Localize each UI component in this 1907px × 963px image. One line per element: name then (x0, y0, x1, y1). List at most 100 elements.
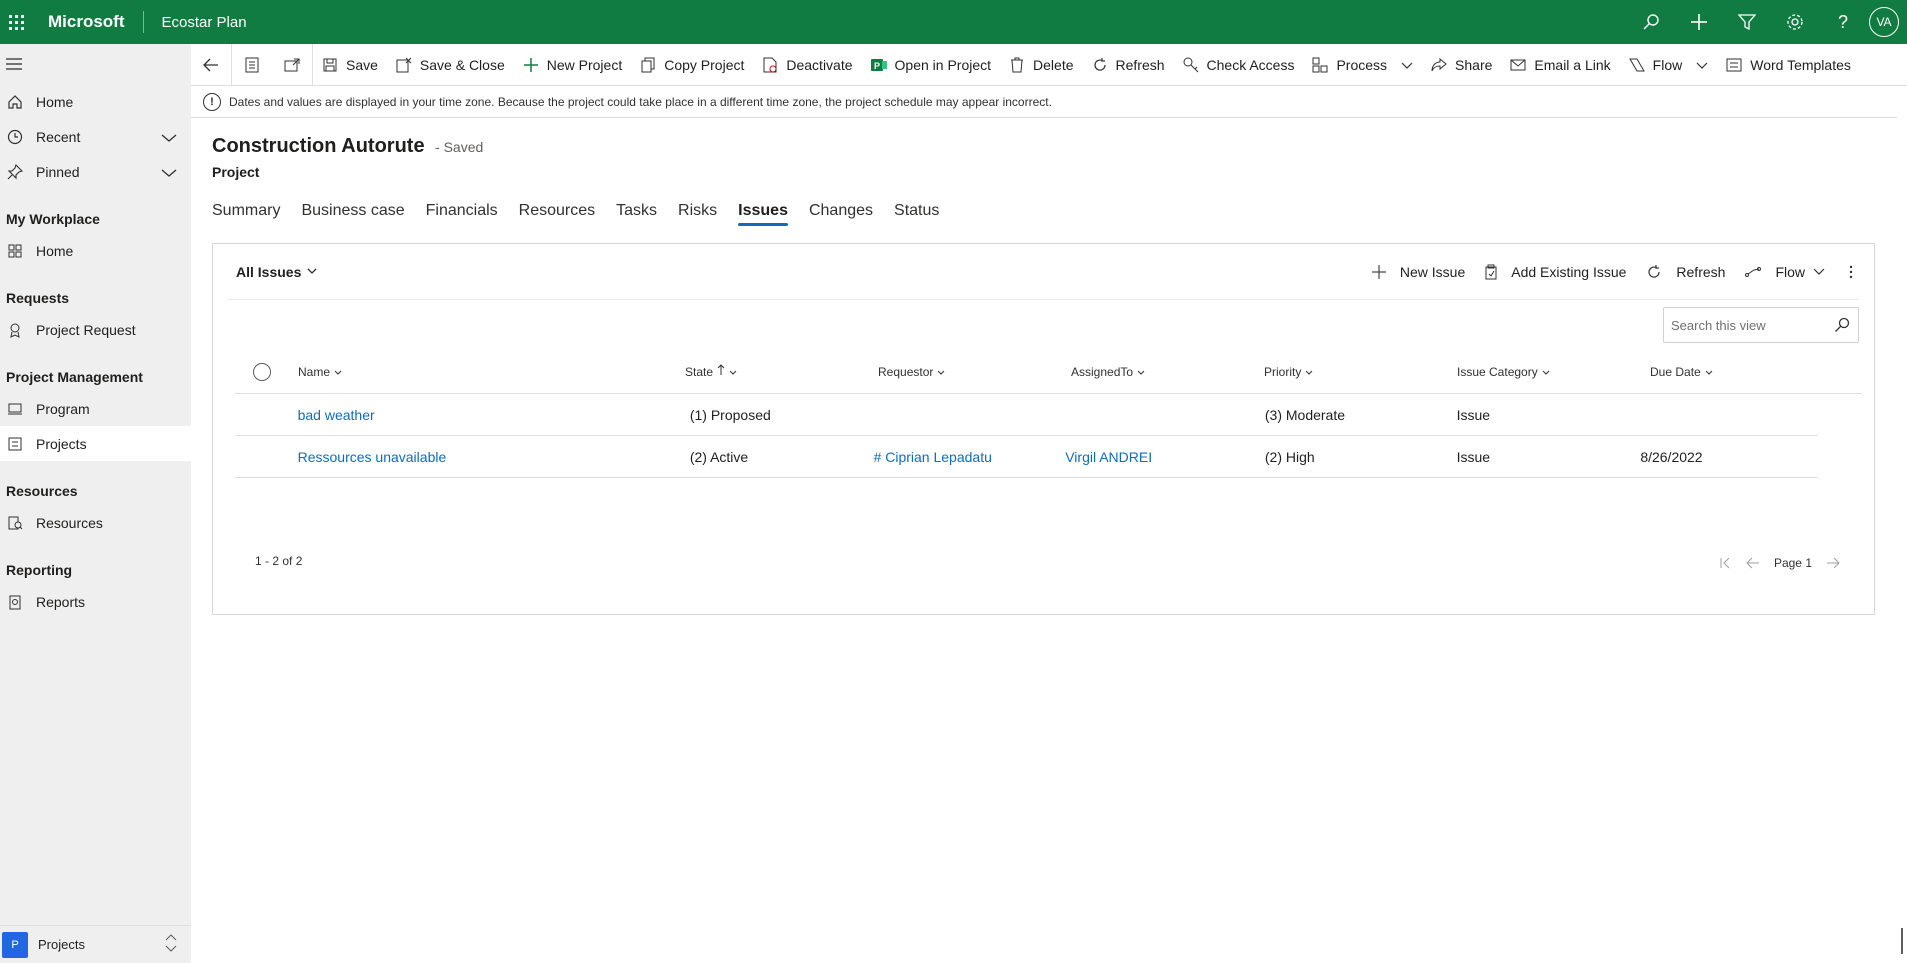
column-header-due-date[interactable]: Due Date (1640, 365, 1829, 379)
plus-icon[interactable] (1675, 0, 1723, 44)
save-close-button[interactable]: Save & Close (387, 44, 514, 86)
search-view-input[interactable]: Search this view (1663, 307, 1859, 343)
more-options-icon[interactable] (1835, 265, 1859, 279)
chevron-down-icon (1137, 365, 1145, 379)
chevron-down-icon[interactable] (161, 165, 177, 181)
process-label: Process (1336, 56, 1388, 73)
tab-status[interactable]: Status (894, 196, 939, 228)
mail-icon (1510, 57, 1526, 73)
area-switcher[interactable]: P Projects (0, 925, 191, 963)
refresh-button[interactable]: Refresh (1083, 44, 1174, 86)
issues-grid: Name State Requestor AssignedTo Priority… (235, 350, 1862, 478)
issue-name-link[interactable]: bad weather (298, 407, 375, 423)
email-link-button[interactable]: Email a Link (1501, 44, 1619, 86)
tab-summary[interactable]: Summary (212, 196, 280, 228)
column-header-issue-category[interactable]: Issue Category (1447, 365, 1640, 379)
app-name[interactable]: Ecostar Plan (162, 14, 247, 31)
sidebar-item-label: Reports (36, 593, 86, 610)
top-bar: Microsoft Ecostar Plan ? VA (0, 0, 1907, 44)
scrollbar-thumb[interactable] (1901, 928, 1903, 954)
sidebar-item-project-request[interactable]: Project Request (0, 312, 191, 347)
issue-name-link[interactable]: Ressources unavailable (298, 449, 447, 465)
sidebar-item-reports[interactable]: Reports (0, 584, 191, 619)
first-page-icon[interactable] (1720, 557, 1732, 569)
word-templates-button[interactable]: Word Templates (1717, 44, 1860, 86)
deactivate-button[interactable]: Deactivate (753, 44, 861, 86)
column-header-requestor[interactable]: Requestor (868, 365, 1061, 379)
sidebar-item-home[interactable]: Home (0, 84, 191, 119)
avatar[interactable]: VA (1869, 7, 1899, 37)
column-header-state[interactable]: State (675, 364, 868, 379)
sidebar-item-resources[interactable]: Resources (0, 505, 191, 540)
help-icon[interactable]: ? (1819, 0, 1867, 44)
sidebar: Home Recent Pinned My Workplace Home Req… (0, 44, 191, 963)
issues-subgrid: All Issues New Issue Add Existing Issue … (212, 243, 1875, 615)
sidebar-item-program[interactable]: Program (0, 391, 191, 426)
requestor-link[interactable]: # Ciprian Lepadatu (874, 449, 992, 465)
tab-business-case[interactable]: Business case (301, 196, 404, 228)
process-button[interactable]: Process (1303, 44, 1422, 86)
sort-ascending-icon (717, 364, 725, 379)
share-button[interactable]: Share (1422, 44, 1501, 86)
tab-tasks[interactable]: Tasks (616, 196, 657, 228)
hamburger-icon[interactable] (0, 44, 191, 84)
nav-group-title: My Workplace (6, 211, 100, 227)
subgrid-refresh-button[interactable]: Refresh (1636, 264, 1735, 280)
save-label: Save (346, 56, 378, 73)
table-row[interactable]: Ressources unavailable (2) Active # Cipr… (235, 436, 1818, 478)
form-view-icon[interactable] (232, 44, 272, 86)
open-in-project-button[interactable]: P Open in Project (862, 44, 1001, 86)
save-status: - Saved (435, 139, 484, 155)
table-row[interactable]: bad weather (1) Proposed (3) Moderate Is… (235, 394, 1818, 436)
tab-resources[interactable]: Resources (519, 196, 595, 228)
open-new-window-icon[interactable] (272, 44, 312, 86)
sidebar-item-pinned[interactable]: Pinned (0, 154, 191, 189)
cell-state: (1) Proposed (689, 406, 771, 423)
back-button[interactable] (191, 44, 231, 86)
share-label: Share (1455, 56, 1493, 73)
sidebar-item-label: Program (36, 400, 90, 417)
brand-name[interactable]: Microsoft (48, 12, 125, 32)
search-icon[interactable] (1834, 317, 1850, 336)
command-bar: Save Save & Close New Project Copy Proje… (191, 43, 1907, 86)
tab-financials[interactable]: Financials (426, 196, 498, 228)
assignedto-link[interactable]: Virgil ANDREI (1065, 449, 1152, 465)
previous-page-icon[interactable] (1746, 557, 1760, 569)
deactivate-label: Deactivate (786, 56, 853, 73)
tab-issues[interactable]: Issues (738, 196, 788, 228)
gear-icon[interactable] (1771, 0, 1819, 44)
delete-button[interactable]: Delete (1000, 44, 1082, 86)
sidebar-item-projects[interactable]: Projects (0, 426, 191, 461)
sidebar-item-label: Project Request (36, 321, 136, 338)
save-close-icon (396, 57, 412, 73)
plus-icon (523, 57, 539, 73)
sidebar-item-workplace-home[interactable]: Home (0, 233, 191, 268)
new-issue-button[interactable]: New Issue (1362, 264, 1475, 280)
tab-list: Summary Business case Financials Resourc… (212, 196, 960, 228)
filter-icon[interactable] (1723, 0, 1771, 44)
subgrid-flow-button[interactable]: Flow (1735, 264, 1835, 280)
flow-button[interactable]: Flow (1620, 44, 1718, 86)
add-existing-issue-button[interactable]: Add Existing Issue (1475, 264, 1636, 280)
view-name: All Issues (236, 263, 302, 280)
chevron-down-icon[interactable] (161, 130, 177, 146)
app-launcher-icon[interactable] (0, 6, 32, 38)
search-icon[interactable] (1627, 0, 1675, 44)
sidebar-item-label: Pinned (36, 163, 80, 180)
next-page-icon[interactable] (1826, 557, 1840, 569)
tab-changes[interactable]: Changes (809, 196, 873, 228)
sidebar-item-recent[interactable]: Recent (0, 119, 191, 154)
column-header-assignedto[interactable]: AssignedTo (1061, 365, 1254, 379)
tab-risks[interactable]: Risks (678, 196, 717, 228)
flow-icon (1745, 267, 1762, 277)
copy-project-button[interactable]: Copy Project (631, 44, 753, 86)
new-project-button[interactable]: New Project (514, 44, 631, 86)
save-button[interactable]: Save (313, 44, 387, 86)
subgrid-flow-label: Flow (1775, 264, 1805, 280)
view-selector[interactable]: All Issues (236, 264, 317, 280)
check-access-button[interactable]: Check Access (1174, 44, 1304, 86)
select-all-checkbox[interactable] (252, 362, 271, 381)
record-header: Construction Autorute - Saved Project (212, 135, 483, 180)
column-header-name[interactable]: Name (288, 365, 675, 379)
column-header-priority[interactable]: Priority (1254, 365, 1447, 379)
